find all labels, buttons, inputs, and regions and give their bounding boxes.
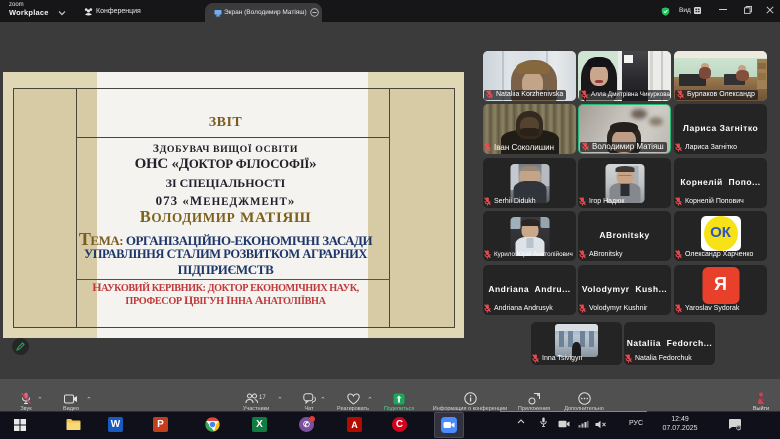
svg-text:17: 17: [259, 395, 266, 401]
